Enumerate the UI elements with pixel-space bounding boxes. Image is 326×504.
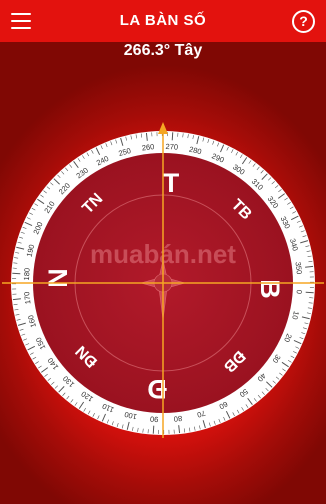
degree-label: 80 — [173, 414, 182, 424]
degree-tick — [152, 425, 155, 434]
degree-label: 90 — [150, 414, 159, 424]
cardinal-east: Đ — [147, 374, 167, 404]
cardinal-south: N — [43, 268, 73, 288]
heading-pointer-icon — [158, 122, 168, 134]
cardinal-west: T — [163, 168, 180, 198]
help-button[interactable]: ? — [292, 10, 315, 33]
app-title: LA BÀN SỐ — [119, 12, 207, 29]
degree-tick — [12, 272, 21, 275]
degree-label: 0 — [295, 289, 304, 294]
degree-label: 350 — [294, 261, 304, 274]
degree-label: 270 — [165, 142, 178, 152]
degree-label: 260 — [141, 142, 154, 152]
heading-readout: 266.3° Tây — [123, 42, 203, 59]
degree-label: 180 — [22, 268, 32, 281]
degree-tick — [171, 132, 174, 141]
compass: 0102030405060708090100110120130140150160… — [2, 122, 324, 438]
degree-tick — [305, 291, 314, 294]
top-bar: LA BÀN SỐ ? — [0, 0, 326, 42]
degree-label: 170 — [22, 291, 32, 304]
cardinal-north: B — [255, 279, 285, 299]
